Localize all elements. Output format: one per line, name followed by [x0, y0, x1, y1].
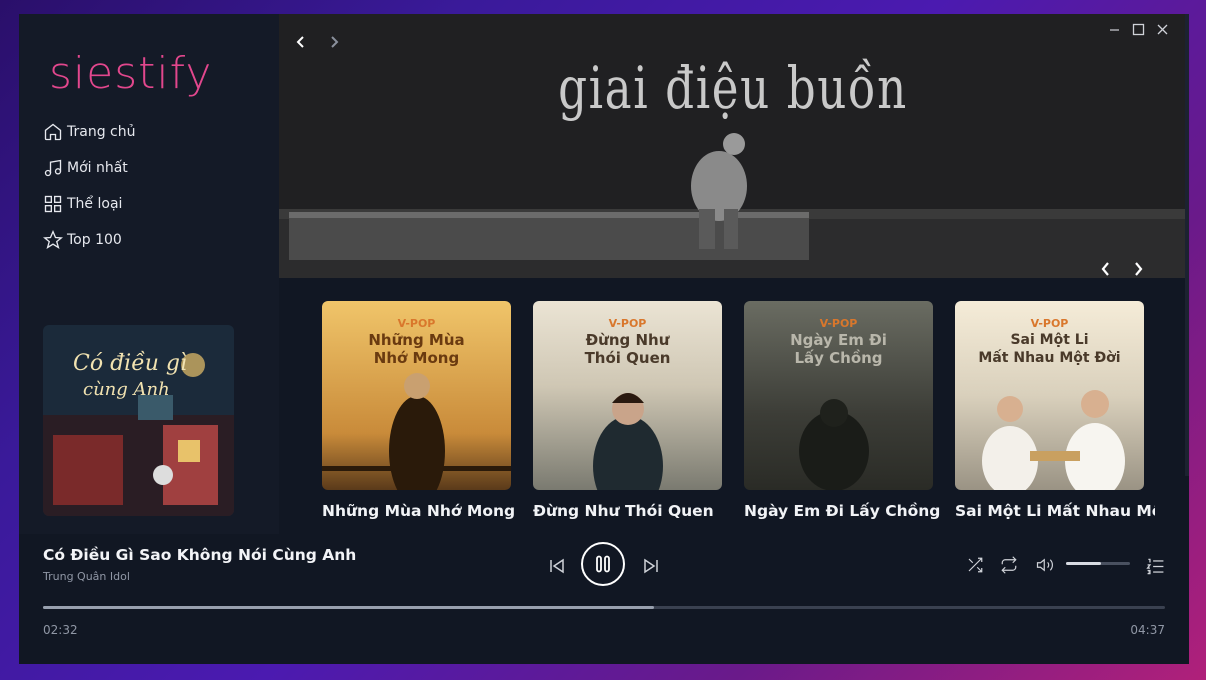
maximize-icon: [1132, 23, 1144, 35]
playlist-icon: [1145, 558, 1163, 574]
playlist-card[interactable]: V-POP Sai Một Li Mất Nhau Một Đời Sai Một…: [955, 301, 1155, 520]
banner-title: giai điệu buồn: [558, 54, 908, 122]
close-icon: [1157, 24, 1167, 34]
playlist-title[interactable]: Những Mùa Nhớ Mong: [322, 502, 522, 520]
now-playing-cover: Có điều gì cùng Anh: [43, 325, 234, 516]
grid-icon: [44, 195, 62, 213]
shuffle-icon: [968, 557, 983, 573]
app-logo[interactable]: siestify: [49, 48, 212, 99]
app-window: siestify Trang chủ Mới nhất Thể loại Top…: [19, 14, 1189, 664]
window-controls: [1107, 22, 1169, 36]
sidebar: siestify Trang chủ Mới nhất Thể loại Top…: [19, 14, 279, 534]
hero-banner[interactable]: giai điệu buồn: [279, 14, 1187, 278]
sidebar-item-label: Top 100: [67, 232, 122, 248]
next-button[interactable]: [639, 554, 663, 578]
minimize-icon: [1109, 28, 1119, 31]
pause-button[interactable]: [581, 542, 625, 586]
chevron-left-icon: [1101, 262, 1109, 276]
svg-text:Có điều gì: Có điều gì: [73, 350, 187, 376]
minimize-button[interactable]: [1107, 22, 1121, 36]
forward-button[interactable]: [324, 32, 344, 52]
queue-button[interactable]: [1143, 554, 1167, 578]
sidebar-item-label: Mới nhất: [67, 160, 128, 176]
carousel-next-button[interactable]: [1128, 259, 1148, 279]
playlist-title[interactable]: Sai Một Li Mất Nhau Một: [955, 502, 1155, 520]
player-bar: Có Điều Gì Sao Không Nói Cùng Anh Trung …: [19, 534, 1189, 664]
playlist-card[interactable]: V-POP Ngày Em Đi Lấy Chồng Ngày Em Đi Lấy…: [744, 301, 940, 520]
svg-text:cùng Anh: cùng Anh: [83, 379, 170, 400]
chevron-right-icon: [1135, 262, 1143, 276]
playlist-title[interactable]: Ngày Em Đi Lấy Chồng: [744, 502, 944, 520]
playlist-cover: V-POP Ngày Em Đi Lấy Chồng: [744, 301, 933, 490]
chevron-left-icon: [296, 36, 304, 48]
scrollbar[interactable]: [1185, 14, 1189, 476]
sidebar-item-newest[interactable]: Mới nhất: [43, 150, 135, 186]
home-icon: [44, 123, 62, 141]
chevron-right-icon: [331, 36, 339, 48]
sidebar-item-top100[interactable]: Top 100: [43, 222, 135, 258]
repeat-icon: [1001, 556, 1017, 574]
repeat-button[interactable]: [998, 554, 1020, 576]
shuffle-button[interactable]: [964, 554, 986, 576]
playlist-cover: V-POP Đừng Như Thói Quen: [533, 301, 722, 490]
playlist-cover: V-POP Sai Một Li Mất Nhau Một Đời: [955, 301, 1144, 490]
skip-next-icon: [644, 558, 658, 574]
sidebar-item-genres[interactable]: Thể loại: [43, 186, 135, 222]
music-note-icon: [44, 159, 62, 177]
sidebar-item-label: Thể loại: [67, 196, 123, 212]
pause-icon: [596, 555, 610, 573]
close-button[interactable]: [1155, 22, 1169, 36]
now-playing-title[interactable]: Có Điều Gì Sao Không Nói Cùng Anh: [43, 546, 356, 564]
progress-fill: [43, 606, 655, 609]
playlist-card[interactable]: V-POP Những Mùa Nhớ Mong Những Mùa Nhớ Mo…: [322, 301, 515, 520]
sidebar-nav: Trang chủ Mới nhất Thể loại Top 100: [43, 114, 135, 258]
total-time: 04:37: [1130, 623, 1165, 637]
star-icon: [43, 230, 63, 249]
now-playing-artist[interactable]: Trung Quân Idol: [43, 570, 130, 583]
volume-level: [1066, 562, 1102, 565]
maximize-button[interactable]: [1131, 22, 1145, 36]
main-content: giai điệu buồn V-POP Những MùaNhớ Mong: [279, 14, 1189, 534]
back-button[interactable]: [291, 32, 311, 52]
skip-previous-icon: [550, 558, 564, 574]
volume-slider[interactable]: [1066, 562, 1130, 565]
current-time: 02:32: [43, 623, 78, 637]
sidebar-item-label: Trang chủ: [67, 124, 136, 140]
playlist-title[interactable]: Đừng Như Thói Quen: [533, 502, 733, 520]
sidebar-item-home[interactable]: Trang chủ: [43, 114, 135, 150]
volume-icon: [1036, 558, 1053, 572]
volume-button[interactable]: [1034, 554, 1056, 576]
progress-bar[interactable]: [43, 606, 1165, 609]
playlist-cover: V-POP Những Mùa Nhớ Mong: [322, 301, 511, 490]
playlist-card[interactable]: V-POP Đừng Như Thói Quen Đừng Như Thói Qu…: [533, 301, 722, 520]
carousel-prev-button[interactable]: [1096, 259, 1116, 279]
previous-button[interactable]: [545, 554, 569, 578]
